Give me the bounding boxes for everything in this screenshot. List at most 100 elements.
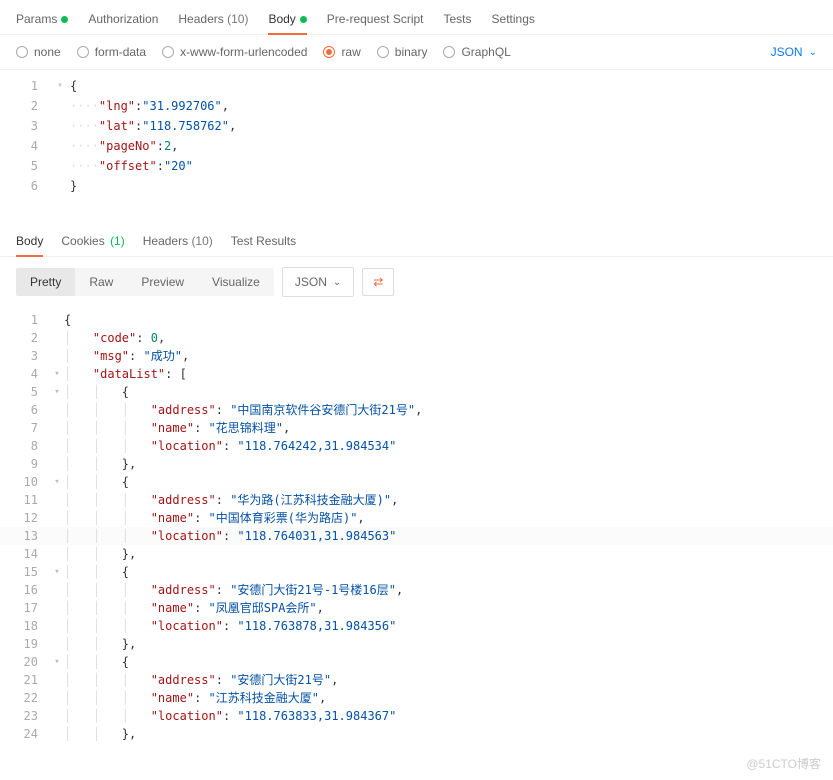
- code-line[interactable]: 2│ "code": 0,: [0, 329, 833, 347]
- fold-icon[interactable]: [50, 725, 64, 743]
- code-line[interactable]: 21│ │ │ "address": "安德门大街21号",: [0, 671, 833, 689]
- tab-tests[interactable]: Tests: [444, 6, 472, 34]
- wrap-lines-button[interactable]: ⇄: [362, 268, 394, 296]
- tab-prerequest[interactable]: Pre-request Script: [327, 6, 424, 34]
- viewmode-raw[interactable]: Raw: [75, 268, 127, 296]
- chevron-down-icon: ⌄: [809, 47, 817, 58]
- viewmode-visualize[interactable]: Visualize: [198, 268, 274, 296]
- code-line[interactable]: 1▾{: [0, 76, 833, 96]
- code-line[interactable]: 18│ │ │ "location": "118.763878,31.98435…: [0, 617, 833, 635]
- code-line[interactable]: 5▾│ │ {: [0, 383, 833, 401]
- fold-icon[interactable]: ▾: [50, 365, 64, 383]
- fold-icon[interactable]: [50, 455, 64, 473]
- line-number: 2: [0, 329, 50, 347]
- line-number: 19: [0, 635, 50, 653]
- code-line[interactable]: 2····"lng":"31.992706",: [0, 96, 833, 116]
- fold-icon[interactable]: ▾: [50, 563, 64, 581]
- radio-icon: [377, 46, 389, 58]
- code-line[interactable]: 10▾│ │ {: [0, 473, 833, 491]
- tab-params[interactable]: Params: [16, 6, 68, 34]
- request-body-editor[interactable]: 1▾{2····"lng":"31.992706",3····"lat":"11…: [0, 70, 833, 216]
- fold-icon[interactable]: [50, 419, 64, 437]
- fold-icon[interactable]: [50, 581, 64, 599]
- code-line[interactable]: 13│ │ │ "location": "118.764031,31.98456…: [0, 527, 833, 545]
- viewmode-pretty[interactable]: Pretty: [16, 268, 75, 296]
- line-number: 10: [0, 473, 50, 491]
- bodytype-formdata[interactable]: form-data: [77, 45, 146, 59]
- code-line[interactable]: 4····"pageNo":2,: [0, 136, 833, 156]
- line-number: 7: [0, 419, 50, 437]
- code-line[interactable]: 24│ │ },: [0, 725, 833, 743]
- code-line[interactable]: 11│ │ │ "address": "华为路(江苏科技金融大厦)",: [0, 491, 833, 509]
- bodytype-none[interactable]: none: [16, 45, 61, 59]
- code-line[interactable]: 9│ │ },: [0, 455, 833, 473]
- status-dot-icon: [61, 16, 68, 23]
- line-number: 11: [0, 491, 50, 509]
- code-line[interactable]: 1{: [0, 311, 833, 329]
- resptab-headers[interactable]: Headers (10): [143, 228, 213, 256]
- fold-icon[interactable]: [50, 437, 64, 455]
- response-body-editor[interactable]: 1{2│ "code": 0,3│ "msg": "成功",4▾│ "dataL…: [0, 307, 833, 747]
- fold-icon[interactable]: [50, 599, 64, 617]
- fold-icon[interactable]: [50, 347, 64, 365]
- code-line[interactable]: 7│ │ │ "name": "花思锦料理",: [0, 419, 833, 437]
- line-number: 5: [0, 383, 50, 401]
- fold-icon[interactable]: [50, 329, 64, 347]
- resptab-testresults[interactable]: Test Results: [231, 228, 296, 256]
- fold-icon[interactable]: ▾: [50, 653, 64, 671]
- code-line[interactable]: 23│ │ │ "location": "118.763833,31.98436…: [0, 707, 833, 725]
- fold-icon[interactable]: [50, 689, 64, 707]
- code-line[interactable]: 12│ │ │ "name": "中国体育彩票(华为路店)",: [0, 509, 833, 527]
- resptab-cookies[interactable]: Cookies (1): [61, 228, 124, 256]
- fold-icon[interactable]: [50, 545, 64, 563]
- fold-icon[interactable]: [50, 527, 64, 545]
- code-line[interactable]: 4▾│ "dataList": [: [0, 365, 833, 383]
- tab-body[interactable]: Body: [268, 6, 306, 34]
- code-line[interactable]: 14│ │ },: [0, 545, 833, 563]
- code-line[interactable]: 17│ │ │ "name": "凤凰官邸SPA会所",: [0, 599, 833, 617]
- code-content: │ │ │ "name": "江苏科技金融大厦",: [64, 689, 326, 707]
- raw-format-select[interactable]: JSON⌄: [771, 45, 817, 59]
- code-line[interactable]: 6│ │ │ "address": "中国南京软件谷安德门大街21号",: [0, 401, 833, 419]
- response-format-select[interactable]: JSON⌄: [282, 267, 354, 297]
- fold-icon[interactable]: [50, 509, 64, 527]
- fold-icon[interactable]: [50, 635, 64, 653]
- fold-gutter[interactable]: ▾: [50, 76, 70, 96]
- code-content: │ "dataList": [: [64, 365, 187, 383]
- fold-icon[interactable]: [50, 671, 64, 689]
- line-number: 2: [0, 96, 50, 116]
- line-number: 8: [0, 437, 50, 455]
- resptab-body[interactable]: Body: [16, 228, 43, 256]
- line-number: 17: [0, 599, 50, 617]
- fold-icon[interactable]: ▾: [50, 383, 64, 401]
- fold-icon[interactable]: ▾: [50, 473, 64, 491]
- bodytype-graphql[interactable]: GraphQL: [443, 45, 510, 59]
- code-line[interactable]: 15▾│ │ {: [0, 563, 833, 581]
- bodytype-raw[interactable]: raw: [323, 45, 360, 59]
- line-number: 18: [0, 617, 50, 635]
- tab-headers[interactable]: Headers (10): [178, 6, 248, 34]
- bodytype-binary[interactable]: binary: [377, 45, 428, 59]
- fold-icon[interactable]: [50, 617, 64, 635]
- code-line[interactable]: 16│ │ │ "address": "安德门大街21号-1号楼16层",: [0, 581, 833, 599]
- fold-icon[interactable]: [50, 491, 64, 509]
- line-number: 23: [0, 707, 50, 725]
- tab-settings[interactable]: Settings: [492, 6, 535, 34]
- viewmode-preview[interactable]: Preview: [127, 268, 198, 296]
- code-line[interactable]: 20▾│ │ {: [0, 653, 833, 671]
- code-line[interactable]: 5····"offset":"20": [0, 156, 833, 176]
- code-line[interactable]: 8│ │ │ "location": "118.764242,31.984534…: [0, 437, 833, 455]
- fold-icon[interactable]: [50, 707, 64, 725]
- code-content: │ │ │ "address": "安德门大街21号",: [64, 671, 338, 689]
- bodytype-urlencoded[interactable]: x-www-form-urlencoded: [162, 45, 307, 59]
- line-number: 4: [0, 365, 50, 383]
- code-line[interactable]: 19│ │ },: [0, 635, 833, 653]
- tab-authorization[interactable]: Authorization: [88, 6, 158, 34]
- code-line[interactable]: 6}: [0, 176, 833, 196]
- fold-icon[interactable]: [50, 401, 64, 419]
- fold-icon[interactable]: [50, 311, 64, 329]
- code-content: │ │ {: [64, 653, 129, 671]
- code-line[interactable]: 3····"lat":"118.758762",: [0, 116, 833, 136]
- code-line[interactable]: 22│ │ │ "name": "江苏科技金融大厦",: [0, 689, 833, 707]
- code-line[interactable]: 3│ "msg": "成功",: [0, 347, 833, 365]
